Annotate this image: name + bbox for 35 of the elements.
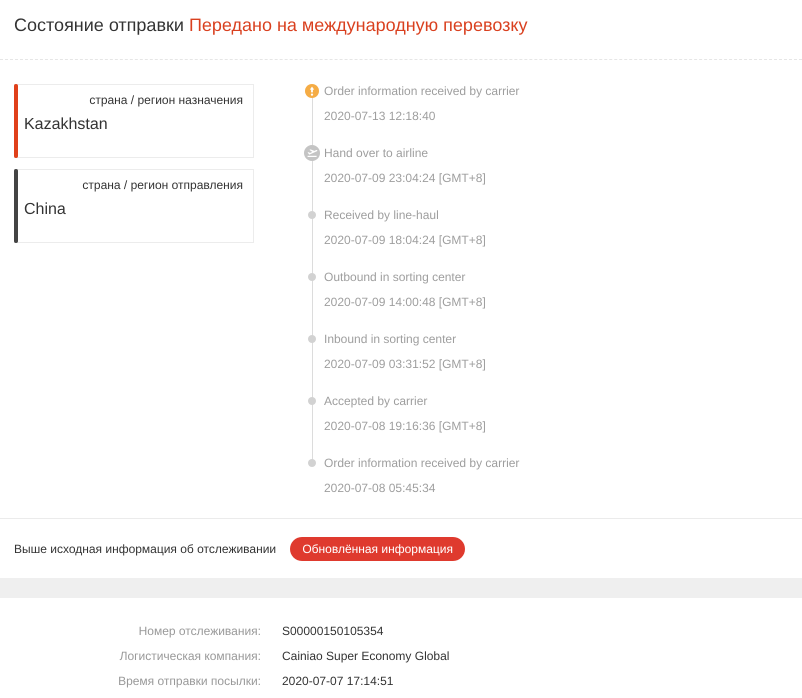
event-title: Accepted by carrier bbox=[324, 393, 428, 410]
country-name: Kazakhstan bbox=[24, 115, 108, 135]
dot-icon bbox=[308, 211, 316, 219]
route-label: страна / регион назначения bbox=[89, 92, 243, 108]
event-title: Order information received by carrier bbox=[324, 83, 520, 100]
event-title: Outbound in sorting center bbox=[324, 269, 466, 286]
header-label: Состояние отправки bbox=[14, 14, 184, 37]
event-title: Inbound in sorting center bbox=[324, 331, 458, 348]
updated-info-button[interactable]: Обновлённая информация bbox=[290, 536, 466, 560]
dot-icon bbox=[308, 335, 316, 343]
detail-value: S00000150105354 bbox=[282, 622, 384, 640]
event-title: Hand over to airline bbox=[324, 145, 430, 162]
event-title: Received by line-haul bbox=[324, 207, 440, 224]
event-time: 2020-07-09 23:04:24 [GMT+8] bbox=[324, 170, 486, 187]
event-time: 2020-07-08 05:45:34 bbox=[324, 480, 436, 497]
event-time: 2020-07-08 19:16:36 [GMT+8] bbox=[324, 418, 486, 435]
dot-icon bbox=[308, 273, 316, 281]
detail-value: 2020-07-07 17:14:51 bbox=[282, 672, 394, 690]
event-time: 2020-07-09 03:31:52 [GMT+8] bbox=[324, 356, 486, 373]
detail-label: Время отправки посылки: bbox=[117, 672, 261, 690]
route-label: страна / регион отправления bbox=[82, 177, 243, 193]
event-title: Order information received by carrier bbox=[324, 455, 520, 472]
exclamation-circle-icon bbox=[305, 84, 319, 98]
event-time: 2020-07-13 12:18:40 bbox=[324, 108, 436, 125]
detail-label: Логистическая компания: bbox=[118, 648, 261, 664]
dot-icon bbox=[308, 397, 316, 405]
shipment-status: Передано на международную перевозку bbox=[188, 14, 528, 37]
detail-value: Cainiao Super Economy Global bbox=[282, 648, 450, 664]
airplane-icon bbox=[304, 145, 320, 161]
event-time: 2020-07-09 14:00:48 [GMT+8] bbox=[324, 294, 486, 311]
event-time: 2020-07-09 18:04:24 [GMT+8] bbox=[324, 232, 486, 249]
detail-label: Номер отслеживания: bbox=[138, 622, 261, 640]
notice-text: Выше исходная информация об отслеживании bbox=[14, 540, 276, 558]
country-name: China bbox=[24, 200, 66, 220]
dot-icon bbox=[308, 459, 316, 467]
